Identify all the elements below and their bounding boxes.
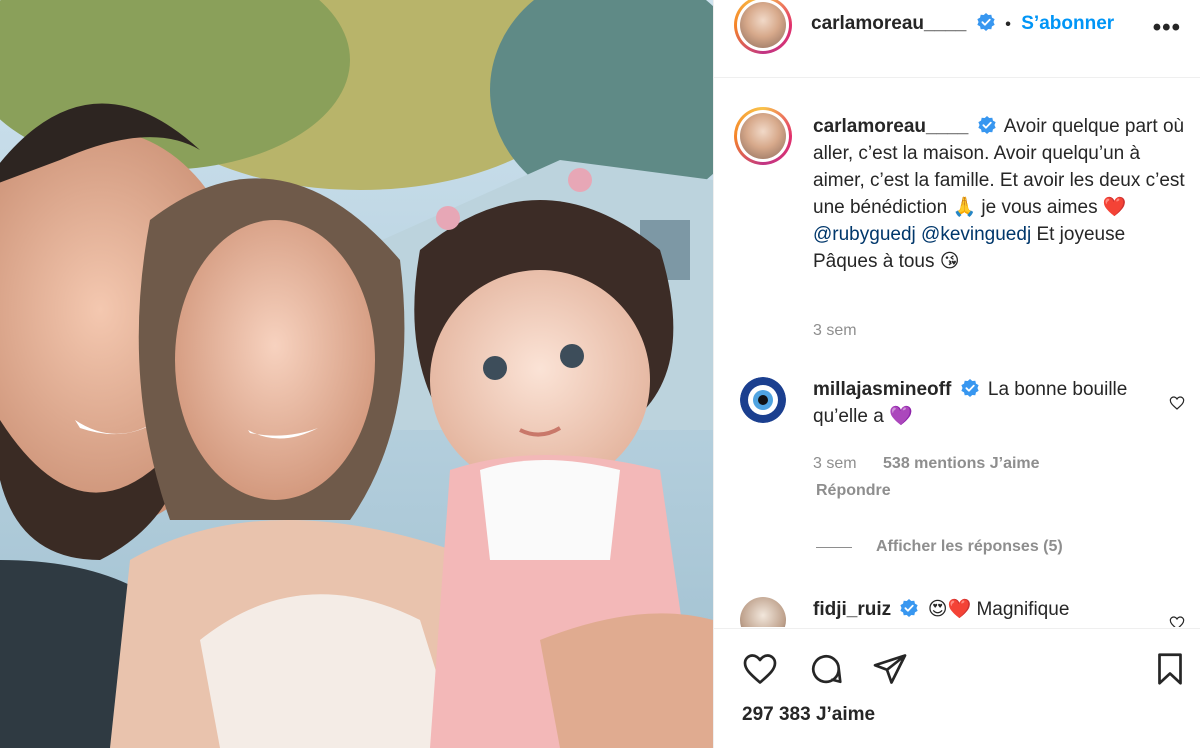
verified-badge-icon [960, 379, 979, 397]
comment-like-heart-icon[interactable] [1169, 615, 1185, 627]
separator-dot: • [1005, 16, 1011, 33]
verified-badge-icon [977, 13, 995, 31]
comments-list[interactable]: carlamoreau____ Avoir quelque part où al… [714, 79, 1200, 627]
comment-icon[interactable] [808, 651, 844, 687]
purple-heart-emoji: 💜 [889, 406, 913, 427]
comment-likes-count[interactable]: 538 mentions J’aime [883, 455, 1040, 472]
post-photo[interactable] [0, 0, 713, 748]
heart-emoji: ❤️ [1102, 197, 1127, 218]
commenter-username[interactable]: millajasmineoff [813, 379, 951, 400]
post-header: carlamoreau____ • S’abonner ••• [714, 0, 1200, 78]
share-icon[interactable] [872, 651, 908, 687]
caption-username[interactable]: carlamoreau____ [813, 116, 968, 137]
post-likes-count[interactable]: 297 383 J’aime [742, 704, 875, 726]
view-replies-button[interactable]: Afficher les réponses (5) [876, 538, 1063, 556]
view-replies-divider [816, 547, 852, 548]
author-avatar[interactable] [734, 0, 792, 54]
comment-text: millajasmineoff La bonne bouille qu’elle… [813, 376, 1153, 430]
commenter-username[interactable]: fidji_ruiz [813, 599, 891, 620]
reply-button[interactable]: Répondre [816, 482, 891, 500]
commenter-avatar[interactable] [740, 377, 786, 423]
heart-eyes-emoji: 😍❤️ [927, 599, 972, 620]
post-actions-bar [714, 628, 1200, 748]
commenter-avatar[interactable] [740, 597, 786, 627]
comment-body: Magnifique [976, 599, 1070, 620]
comment-like-heart-icon[interactable] [1169, 395, 1185, 411]
mention-link-kevinguedj[interactable]: @kevinguedj [921, 224, 1031, 245]
kiss-emoji: 😘 [939, 251, 960, 272]
verified-badge-icon [977, 116, 996, 134]
author-username[interactable]: carlamoreau____ [811, 13, 966, 34]
post-side-panel: carlamoreau____ • S’abonner ••• carlamor… [713, 0, 1200, 748]
family-selfie-image [0, 0, 713, 748]
mention-link-rubyguedj[interactable]: @rubyguedj [813, 224, 916, 245]
caption-timestamp[interactable]: 3 sem [813, 322, 857, 340]
verified-badge-icon [900, 599, 919, 617]
caption-text-2: je vous aimes [981, 197, 1098, 218]
follow-button[interactable]: S’abonner [1021, 13, 1114, 34]
caption-avatar[interactable] [734, 107, 792, 165]
post-caption: carlamoreau____ Avoir quelque part où al… [813, 113, 1193, 275]
more-options-icon[interactable]: ••• [1153, 14, 1181, 42]
save-icon[interactable] [1152, 651, 1188, 687]
comment-text: fidji_ruiz 😍❤️ Magnifique [813, 596, 1153, 623]
comment-timestamp[interactable]: 3 sem [813, 455, 857, 472]
comment-meta: 3 sem 538 mentions J’aime [813, 455, 1040, 473]
like-icon[interactable] [742, 651, 778, 687]
evil-eye-avatar-icon [740, 377, 786, 423]
pray-emoji: 🙏 [952, 197, 977, 218]
